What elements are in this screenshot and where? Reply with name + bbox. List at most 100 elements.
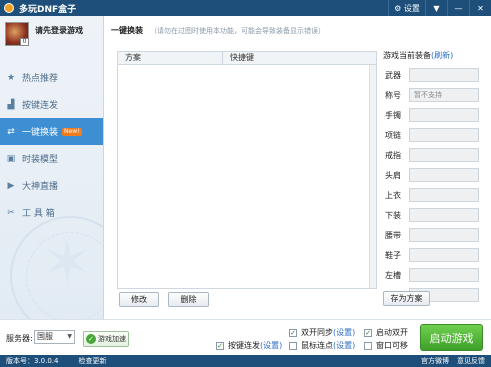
delete-button[interactable]: 删除: [168, 292, 209, 307]
chevron-down-icon: ▼: [67, 333, 72, 340]
checkbox-mark: [289, 341, 297, 350]
server-select[interactable]: 国服 ▼: [34, 330, 75, 344]
slot-row: 腰带: [385, 225, 485, 245]
sidebar-item-toolbox[interactable]: ✂ 工 具 箱: [0, 199, 103, 226]
sidebar-item-label: 热点推荐: [22, 74, 59, 84]
sidebar-item-label: 工 具 箱: [22, 209, 55, 219]
new-badge: New!: [62, 127, 82, 136]
play-icon: ▶: [7, 180, 15, 191]
slot-row: 武器: [385, 65, 485, 85]
slot-row: 项链: [385, 125, 485, 145]
checkbox-mark: ✓: [289, 328, 297, 337]
sidebar-item-key-repeat[interactable]: ▟ 按键连发: [0, 91, 103, 118]
dual-sync-checkbox[interactable]: ✓ 双开同步 (设置): [289, 327, 355, 338]
sidebar-item-hot[interactable]: ★ 热点推荐: [0, 64, 103, 91]
mouse-click-checkbox[interactable]: 鼠标连点 (设置): [289, 340, 355, 351]
start-game-button[interactable]: 启动游戏: [420, 324, 483, 351]
slot-label: 左槽: [385, 270, 401, 280]
close-icon[interactable]: ✕: [469, 0, 491, 16]
slot-row: 鞋子: [385, 245, 485, 265]
server-value: 国服: [37, 332, 53, 341]
settings-link[interactable]: (设置): [333, 340, 355, 351]
star-icon: ★: [6, 72, 16, 83]
slot-row: 手镯: [385, 105, 485, 125]
settings-button[interactable]: ⚙ 设置: [388, 0, 425, 16]
minimize-icon[interactable]: —: [447, 0, 469, 16]
game-accelerate-button[interactable]: ✓ 游戏加速: [83, 331, 129, 347]
refresh-link[interactable]: (刷新): [431, 51, 453, 60]
auto-dual-checkbox[interactable]: ✓ 启动双开: [364, 327, 408, 338]
accelerate-icon: ✓: [86, 334, 96, 344]
slot-row: 头肩: [385, 165, 485, 185]
slot-field[interactable]: [409, 248, 479, 262]
key-repeat-checkbox[interactable]: ✓ 按键连发 (设置): [216, 340, 282, 351]
slot-field[interactable]: [409, 108, 479, 122]
checkbox-mark: ✓: [216, 341, 224, 350]
weibo-link[interactable]: 官方微博: [421, 356, 449, 366]
slot-field[interactable]: [409, 168, 479, 182]
feedback-link[interactable]: 意见反馈: [457, 356, 485, 366]
slot-row: 戒指: [385, 145, 485, 165]
profile: 0 请先登录游戏: [5, 22, 83, 46]
slot-field[interactable]: [409, 128, 479, 142]
slot-label: 鞋子: [385, 250, 401, 260]
slot-label: 头肩: [385, 170, 401, 180]
version-label: 版本号：3.0.0.4: [6, 357, 59, 365]
slot-label: 称号: [385, 90, 401, 100]
server-label: 服务器:: [6, 334, 33, 343]
save-scheme-button[interactable]: 存为方案: [383, 291, 430, 306]
sidebar-item-label: 时装模型: [22, 155, 59, 165]
slot-label: 手镯: [385, 110, 401, 120]
sidebar-item-live[interactable]: ▶ 大神直播: [0, 172, 103, 199]
checkbox-label: 按键连发: [228, 341, 260, 350]
slot-row: 上衣: [385, 185, 485, 205]
sidebar-item-outfit-switch[interactable]: ⇄ 一键换装 New!: [0, 118, 103, 145]
sidebar: 0 请先登录游戏 ★ 热点推荐 ▟ 按键连发 ⇄ 一键换装 New! ▣ 时装模…: [0, 16, 104, 319]
edit-button[interactable]: 修改: [119, 292, 159, 307]
checkbox-mark: [364, 341, 372, 350]
slot-label: 戒指: [385, 150, 401, 160]
column-header-scheme[interactable]: 方案: [118, 52, 223, 64]
status-bar: 版本号：3.0.0.4 检查更新 官方微博 意见反馈: [0, 355, 491, 367]
slot-field[interactable]: [409, 68, 479, 82]
settings-link[interactable]: (设置): [333, 327, 355, 338]
login-prompt[interactable]: 请先登录游戏: [35, 25, 83, 46]
slot-field[interactable]: 暂不支持: [409, 88, 479, 102]
table-header: 方案 快捷键: [118, 52, 376, 65]
column-header-hotkey[interactable]: 快捷键: [223, 52, 254, 64]
slot-row: 称号 暂不支持: [385, 85, 485, 105]
checkbox-mark: ✓: [364, 328, 372, 337]
shirt-icon: ▣: [6, 153, 16, 164]
checkbox-label: 双开同步: [301, 328, 333, 337]
window-move-checkbox[interactable]: 窗口可移: [364, 340, 408, 351]
page-hint: （请勿在过图时使用本功能，可能会导致装备显示错误）: [150, 27, 325, 35]
slot-field[interactable]: [409, 188, 479, 202]
check-update-link[interactable]: 检查更新: [79, 356, 107, 366]
slot-field[interactable]: [409, 208, 479, 222]
slot-label: 武器: [385, 70, 401, 80]
tools-icon: ✂: [7, 207, 15, 218]
menu-dropdown-icon[interactable]: ▼: [425, 0, 447, 16]
slot-row: 下装: [385, 205, 485, 225]
checkbox-label: 鼠标连点: [301, 341, 333, 350]
slot-field[interactable]: [409, 268, 479, 282]
scrollbar[interactable]: [369, 65, 376, 288]
sidebar-item-label: 按键连发: [22, 101, 59, 111]
avatar[interactable]: 0: [5, 22, 29, 46]
accelerate-label: 游戏加速: [98, 335, 126, 343]
app-title: 多玩DNF盒子: [19, 4, 77, 15]
sidebar-item-fashion[interactable]: ▣ 时装模型: [0, 145, 103, 172]
checkbox-label: 窗口可移: [376, 341, 408, 350]
equipment-title: 游戏当前装备(刷新): [383, 50, 453, 61]
scheme-table[interactable]: 方案 快捷键: [117, 51, 377, 289]
decorative-emblem-icon: [10, 216, 103, 319]
main-panel: 一键换装 （请勿在过图时使用本功能，可能会导致装备显示错误） 方案 快捷键 修改…: [105, 16, 491, 319]
avatar-badge: 0: [20, 38, 29, 46]
slot-field[interactable]: [409, 148, 479, 162]
footer: 服务器: 国服 ▼ ✓ 游戏加速 ✓ 按键连发 (设置) ✓ 双开同步 (设置) 鼠…: [0, 319, 491, 355]
settings-link[interactable]: (设置): [260, 340, 282, 351]
slot-label: 项链: [385, 130, 401, 140]
bar-chart-icon: ▟: [7, 99, 15, 110]
slot-field[interactable]: [409, 228, 479, 242]
slot-row: 左槽: [385, 265, 485, 285]
